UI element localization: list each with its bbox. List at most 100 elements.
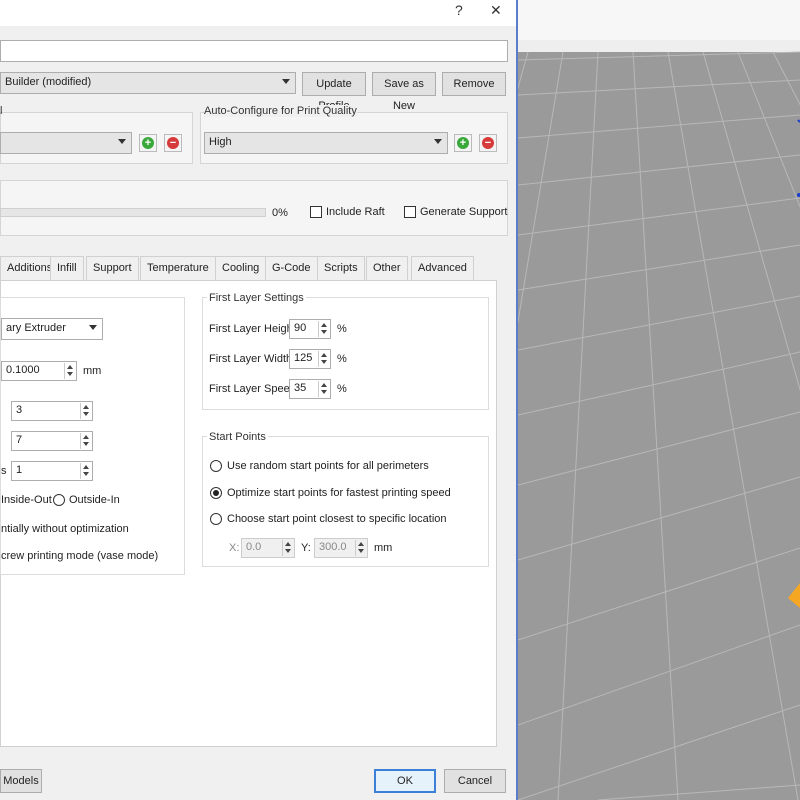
spin-arrows-icon[interactable]: [355, 540, 366, 556]
random-start-label: Use random start points for all perimete…: [227, 460, 429, 472]
tab-other[interactable]: Other: [366, 256, 408, 280]
vase-mode-label: crew printing mode (vase mode): [1, 550, 159, 562]
remove-profile-button[interactable]: Remove: [442, 72, 506, 96]
tab-temperature[interactable]: Temperature: [140, 256, 216, 280]
start-x-label: X:: [229, 542, 240, 554]
sequential-option-label: ntially without optimization: [1, 523, 129, 535]
add-quality-button[interactable]: +: [454, 134, 472, 152]
first-layer-speed-unit: %: [337, 383, 347, 395]
print-quality-select[interactable]: High: [204, 132, 448, 154]
profile-name-input[interactable]: [0, 40, 508, 62]
perimeter-shells-input[interactable]: 1: [11, 461, 93, 481]
first-layer-height-value: 90: [294, 322, 307, 334]
spin-arrows-icon[interactable]: [80, 463, 91, 479]
first-layer-speed-value: 35: [294, 382, 307, 394]
start-coord-unit: mm: [374, 542, 393, 554]
optimize-start-label: Optimize start points for fastest printi…: [227, 487, 451, 499]
autoconfig-quality-title: Auto-Configure for Print Quality: [204, 105, 357, 117]
update-profile-button[interactable]: Update Profile: [302, 72, 366, 112]
chevron-down-icon: [282, 79, 290, 84]
layer-height-input[interactable]: 0.1000: [1, 361, 77, 381]
profile-select[interactable]: Builder (modified): [0, 72, 296, 94]
start-x-input[interactable]: 0.0: [241, 538, 295, 558]
save-as-new-button[interactable]: Save as New: [372, 72, 436, 112]
first-layer-height-label: First Layer Height: [209, 323, 296, 335]
generate-support-checkbox[interactable]: [404, 206, 416, 218]
minus-icon: −: [482, 137, 494, 149]
perimeter-shells-label: s: [1, 465, 7, 477]
chevron-down-icon: [89, 325, 97, 330]
outside-in-label: Outside-In: [69, 494, 120, 506]
spin-arrows-icon[interactable]: [80, 403, 91, 419]
tab-support[interactable]: Support: [86, 256, 139, 280]
add-autoconfig-left-button[interactable]: +: [139, 134, 157, 152]
start-y-input[interactable]: 300.0: [314, 538, 368, 558]
random-start-radio[interactable]: [210, 460, 222, 472]
title-bar: ? ✕: [0, 0, 516, 26]
models-button[interactable]: Models: [0, 769, 42, 793]
progress-bar: [0, 208, 266, 217]
include-raft-label: Include Raft: [326, 206, 385, 218]
top-solid-layers-input[interactable]: 3: [11, 401, 93, 421]
layer-height-unit: mm: [83, 365, 102, 377]
specific-start-radio[interactable]: [210, 513, 222, 525]
progress-label: 0%: [272, 207, 288, 219]
spin-arrows-icon[interactable]: [318, 321, 329, 337]
spin-arrows-icon[interactable]: [80, 433, 91, 449]
tab-advanced[interactable]: Advanced: [411, 256, 474, 280]
profile-select-value: Builder (modified): [5, 76, 92, 88]
outside-in-radio[interactable]: [53, 494, 65, 506]
3d-viewport[interactable]: [518, 0, 800, 800]
generate-support-label: Generate Support: [420, 206, 508, 218]
specific-start-label: Choose start point closest to specific l…: [227, 513, 447, 525]
tab-gcode[interactable]: G-Code: [265, 256, 318, 280]
first-layer-width-value: 125: [294, 352, 313, 364]
start-x-value: 0.0: [246, 541, 262, 553]
bottom-solid-layers-value: 7: [16, 434, 23, 446]
inside-out-label: Inside-Out: [1, 494, 52, 506]
bottom-solid-layers-input[interactable]: 7: [11, 431, 93, 451]
spin-arrows-icon[interactable]: [318, 381, 329, 397]
chevron-down-icon: [118, 139, 126, 144]
chevron-down-icon: [434, 139, 442, 144]
start-points-title: Start Points: [207, 431, 268, 443]
first-layer-height-unit: %: [337, 323, 347, 335]
start-y-value: 300.0: [319, 541, 347, 553]
slicer-settings-dialog: ? ✕ Builder (modified) Update Profile Sa…: [0, 0, 518, 800]
include-raft-checkbox[interactable]: [310, 206, 322, 218]
spin-arrows-icon[interactable]: [318, 351, 329, 367]
plus-icon: +: [457, 137, 469, 149]
first-layer-height-input[interactable]: 90: [289, 319, 331, 339]
autoconfig-left-title: l: [0, 105, 3, 117]
first-layer-title: First Layer Settings: [207, 292, 306, 304]
primary-extruder-value: ary Extruder: [6, 322, 66, 334]
plus-icon: +: [142, 137, 154, 149]
build-plate-grid: [518, 51, 800, 800]
cancel-button[interactable]: Cancel: [444, 769, 506, 793]
autoconfig-left-select[interactable]: [0, 132, 132, 154]
remove-autoconfig-left-button[interactable]: −: [164, 134, 182, 152]
first-layer-width-input[interactable]: 125: [289, 349, 331, 369]
minus-icon: −: [167, 137, 179, 149]
primary-extruder-select[interactable]: ary Extruder: [1, 318, 103, 340]
first-layer-width-label: First Layer Width: [209, 353, 293, 365]
ok-button[interactable]: OK: [374, 769, 436, 793]
print-quality-value: High: [209, 136, 232, 148]
perimeter-shells-value: 1: [16, 464, 23, 476]
remove-quality-button[interactable]: −: [479, 134, 497, 152]
first-layer-speed-label: First Layer Speed: [209, 383, 296, 395]
tab-cooling[interactable]: Cooling: [215, 256, 267, 280]
close-button[interactable]: ✕: [490, 2, 502, 19]
tab-scripts[interactable]: Scripts: [317, 256, 365, 280]
spin-arrows-icon[interactable]: [64, 363, 75, 379]
help-button[interactable]: ?: [455, 2, 463, 18]
start-y-label: Y:: [301, 542, 311, 554]
layer-height-value: 0.1000: [6, 364, 40, 376]
first-layer-speed-input[interactable]: 35: [289, 379, 331, 399]
tab-infill[interactable]: Infill: [50, 256, 84, 280]
tab-panel: ary Extruder 0.1000 mm 3 7 s 1 Inside-Ou…: [0, 280, 497, 747]
top-solid-layers-value: 3: [16, 404, 23, 416]
spin-arrows-icon[interactable]: [282, 540, 293, 556]
optimize-start-radio[interactable]: [210, 487, 222, 499]
model-object[interactable]: [788, 583, 800, 608]
